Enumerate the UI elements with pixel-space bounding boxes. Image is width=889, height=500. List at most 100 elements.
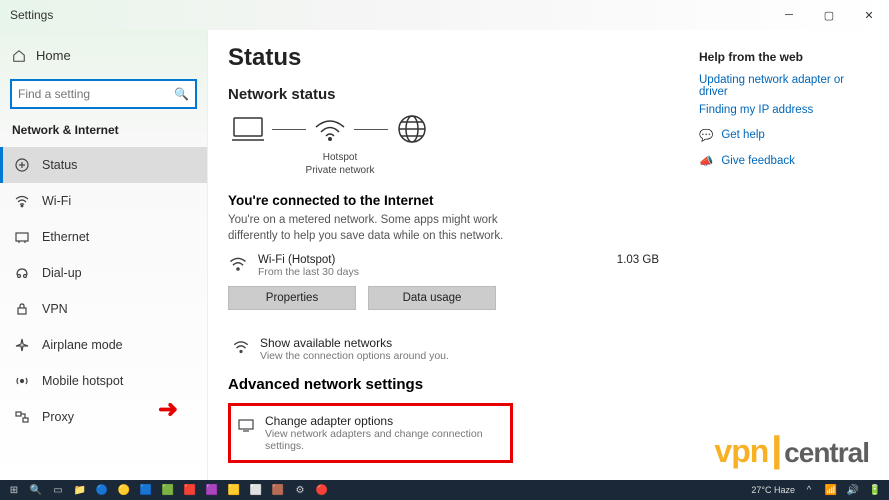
vpn-icon [14,301,30,317]
nav-wifi[interactable]: Wi-Fi [0,183,207,219]
data-usage-button[interactable]: Data usage [368,286,496,310]
search-taskbar-icon[interactable]: 🔍 [28,482,44,498]
app-icon[interactable]: 🟫 [270,482,286,498]
sharing-center-row[interactable]: Network and Sharing Center For the netwo… [228,473,699,480]
help-icon: 💬 [699,128,713,142]
weather-widget[interactable]: 27°C Haze [751,485,795,495]
app-icon[interactable]: 🟩 [160,482,176,498]
nav-ethernet[interactable]: Ethernet [0,219,207,255]
start-button[interactable]: ⊞ [6,482,22,498]
show-networks-title: Show available networks [260,336,449,350]
status-icon [14,157,30,173]
content-column: Status Network status Hotspot Private ne… [228,44,699,480]
app-icon[interactable]: 🟥 [182,482,198,498]
nav-status[interactable]: Status [0,147,207,183]
usage-amount: 1.03 GB [617,254,659,266]
adapter-sub: View network adapters and change connect… [265,428,504,452]
page-title: Status [228,44,699,72]
dialup-icon [14,265,30,281]
nav-label: Wi-Fi [42,194,71,208]
edge-icon[interactable]: 🔵 [94,482,110,498]
usage-sub: From the last 30 days [258,266,607,278]
tray-volume-icon[interactable]: 🔊 [845,482,861,498]
titlebar: Settings ─ ▢ ✕ [0,0,889,30]
chrome-icon[interactable]: 🟡 [116,482,132,498]
minimize-button[interactable]: ─ [769,0,809,30]
nav-label: Dial-up [42,266,82,280]
maximize-button[interactable]: ▢ [809,0,849,30]
nav-label: Mobile hotspot [42,374,123,388]
diagram-line [272,129,306,130]
nav-airplane[interactable]: Airplane mode [0,327,207,363]
properties-button[interactable]: Properties [228,286,356,310]
hotspot-label: Hotspot Private network [280,151,400,177]
help-link-ip[interactable]: Finding my IP address [699,104,869,116]
nav-label: VPN [42,302,68,316]
usage-row: Wi-Fi (Hotspot) From the last 30 days 1.… [228,254,699,278]
tray-battery-icon[interactable]: 🔋 [867,482,883,498]
hotspot-icon [14,373,30,389]
app-icon[interactable]: ⚙ [292,482,308,498]
show-networks-row[interactable]: Show available networks View the connect… [228,330,699,368]
explorer-icon[interactable]: 📁 [72,482,88,498]
settings-window: Settings ─ ▢ ✕ Home 🔍 Network & Internet [0,0,889,480]
home-icon [12,49,26,63]
show-networks-sub: View the connection options around you. [260,350,449,362]
tray-wifi-icon[interactable]: 📶 [823,482,839,498]
wifi-small-icon [228,254,248,274]
nav-hotspot[interactable]: Mobile hotspot [0,363,207,399]
adapter-icon [237,416,255,434]
computer-icon [228,113,268,145]
nav-label: Ethernet [42,230,89,244]
nav-label: Status [42,158,77,172]
taskview-icon[interactable]: ▭ [50,482,66,498]
watermark: vpn┃central [714,433,869,470]
home-button[interactable]: Home [0,42,207,69]
window-body: Home 🔍 Network & Internet Status Wi-Fi E [0,30,889,480]
give-feedback-link[interactable]: 📣 Give feedback [699,154,869,168]
get-help-link[interactable]: 💬 Get help [699,128,869,142]
wifi-icon [14,193,30,209]
feedback-icon: 📣 [699,154,713,168]
app-icon[interactable]: 🟦 [138,482,154,498]
app-icon[interactable]: 🟨 [226,482,242,498]
connected-desc: You're on a metered network. Some apps m… [228,212,508,244]
nav-dialup[interactable]: Dial-up [0,255,207,291]
taskbar-right: 27°C Haze ^ 📶 🔊 🔋 [751,482,883,498]
adapter-title: Change adapter options [265,414,504,428]
nav-vpn[interactable]: VPN [0,291,207,327]
network-diagram [228,113,699,145]
taskbar[interactable]: ⊞ 🔍 ▭ 📁 🔵 🟡 🟦 🟩 🟥 🟪 🟨 ⬜ 🟫 ⚙ 🔴 27°C Haze … [0,480,889,500]
search-icon: 🔍 [174,87,189,101]
app-icon[interactable]: ⬜ [248,482,264,498]
arrow-annotation: ➜ [158,395,178,424]
close-button[interactable]: ✕ [849,0,889,30]
globe-icon [392,113,432,145]
usage-info: Wi-Fi (Hotspot) From the last 30 days [258,254,607,278]
airplane-icon [14,337,30,353]
usage-name: Wi-Fi (Hotspot) [258,254,607,266]
app-icon[interactable]: 🟪 [204,482,220,498]
section-title: Network & Internet [0,123,207,147]
diagram-line [354,129,388,130]
advanced-heading: Advanced network settings [228,376,699,393]
nav-label: Proxy [42,410,74,424]
help-title: Help from the web [699,50,869,64]
wifi-list-icon [232,338,250,356]
help-panel: Help from the web Updating network adapt… [699,44,869,480]
button-row: Properties Data usage [228,286,699,310]
search-box[interactable]: 🔍 [10,79,197,109]
network-status-heading: Network status [228,86,699,103]
nav: Status Wi-Fi Ethernet Dial-up VPN [0,147,207,435]
app-icon[interactable]: 🔴 [314,482,330,498]
nav-label: Airplane mode [42,338,123,352]
tray-chevron-icon[interactable]: ^ [801,482,817,498]
home-label: Home [36,48,71,63]
change-adapter-row[interactable]: Change adapter options View network adap… [237,414,504,452]
search-input[interactable] [18,87,174,101]
connected-title: You're connected to the Internet [228,193,699,208]
wifi-signal-icon [310,113,350,145]
help-link-adapter[interactable]: Updating network adapter or driver [699,74,869,98]
window-title: Settings [10,8,53,22]
window-buttons: ─ ▢ ✕ [769,0,889,30]
